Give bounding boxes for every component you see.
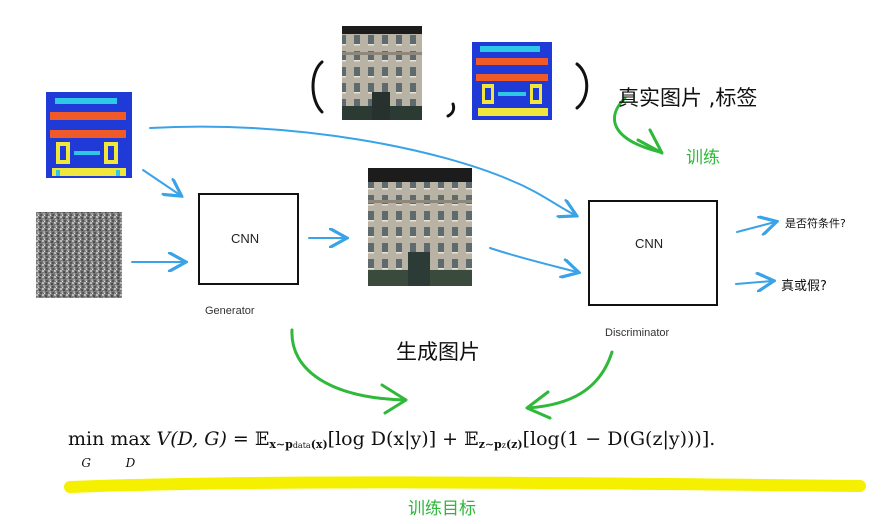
comma-mark bbox=[446, 102, 456, 118]
arrow-image-to-discriminator bbox=[489, 247, 577, 272]
generator-box-label: CNN bbox=[231, 231, 260, 246]
generator-caption: Generator bbox=[205, 305, 255, 317]
formula-max-text: max bbox=[110, 428, 151, 450]
arrow-discriminator-to-realfake bbox=[735, 281, 772, 284]
formula-min: min G bbox=[68, 428, 104, 472]
formula-term2: [log(1 − D(G(z|y)))]. bbox=[522, 428, 716, 450]
formula-max-sub: D bbox=[125, 456, 136, 470]
generated-building-image bbox=[368, 168, 472, 286]
discriminator-caption: Discriminator bbox=[605, 327, 670, 339]
arrow-discriminator-to-condition bbox=[736, 222, 775, 232]
objective-caption: 训练目标 bbox=[408, 499, 476, 519]
generated-image-caption: 生成图片 bbox=[396, 340, 480, 364]
formula-exp1-sub-a: x∼p bbox=[269, 438, 293, 451]
formula-max: max D bbox=[110, 428, 150, 472]
arrow-labelmap-to-generator bbox=[142, 169, 180, 195]
open-paren bbox=[311, 60, 324, 114]
condition-output-label: 是否符条件? bbox=[785, 217, 846, 230]
discriminator-box-label: CNN bbox=[635, 236, 664, 251]
formula-min-text: min bbox=[68, 428, 105, 450]
formula-exp2-sub: z∼pz(z) bbox=[479, 438, 523, 451]
label-map-image-left bbox=[46, 92, 132, 178]
formula-exp1: 𝔼 bbox=[254, 428, 270, 450]
realfake-output-label: 真或假? bbox=[781, 279, 827, 294]
formula-term1: [log D(x|y)] + bbox=[327, 428, 465, 450]
discriminator-box: CNN bbox=[588, 200, 718, 306]
objective-highlight bbox=[64, 476, 866, 493]
green-arrow-discriminator-to-formula bbox=[526, 350, 614, 410]
formula-exp1-sub-c: (x) bbox=[310, 438, 328, 451]
formula-value-fn: V(D, G) = bbox=[150, 428, 255, 450]
close-paren bbox=[575, 62, 589, 110]
formula-min-sub: G bbox=[81, 456, 91, 470]
real-pair-caption: 真实图片 ,标签 bbox=[618, 86, 758, 110]
formula-exp2-sub-a: z∼p bbox=[478, 438, 502, 451]
cgan-objective-formula: min G max D V(D, G) = 𝔼x∼pdata(x)[log D(… bbox=[68, 428, 715, 472]
real-building-image bbox=[342, 26, 422, 120]
formula-exp1-sub-b: data bbox=[292, 441, 311, 450]
label-map-image-top bbox=[472, 42, 552, 120]
formula-exp2: 𝔼 bbox=[464, 428, 479, 450]
formula-exp1-sub: x∼pdata(x) bbox=[269, 438, 327, 451]
train-label: 训练 bbox=[686, 148, 720, 168]
generator-box: CNN bbox=[198, 193, 299, 285]
formula-exp2-sub-c: (z) bbox=[505, 438, 523, 451]
noise-image bbox=[36, 212, 122, 298]
